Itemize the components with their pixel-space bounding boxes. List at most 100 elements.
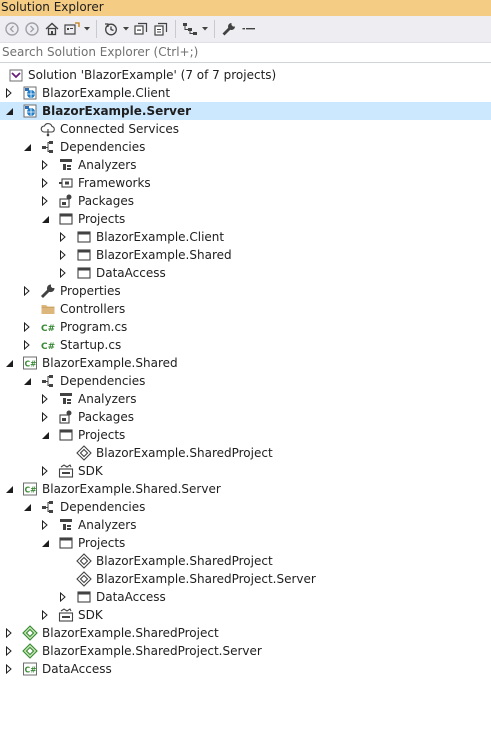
- tree-row[interactable]: BlazorExample.SharedProject.Server: [0, 642, 491, 660]
- collapse-arrow-icon[interactable]: [58, 246, 68, 264]
- search-input[interactable]: Search Solution Explorer (Ctrl+;): [0, 43, 491, 63]
- expand-arrow-icon[interactable]: [40, 426, 50, 444]
- tree-item-label: BlazorExample.SharedProject: [96, 446, 273, 460]
- tree-item-label: Solution 'BlazorExample' (7 of 7 project…: [28, 68, 277, 82]
- tree-row[interactable]: DataAccess: [0, 588, 491, 606]
- project-ref-icon: [76, 247, 92, 263]
- collapse-arrow-icon[interactable]: [4, 84, 14, 102]
- expand-arrow-icon[interactable]: [22, 138, 32, 156]
- collapse-arrow-icon[interactable]: [40, 192, 50, 210]
- chevron-down-icon[interactable]: [82, 19, 92, 39]
- tree-item-label: Analyzers: [78, 392, 137, 406]
- toolbar: [0, 16, 491, 43]
- forward-icon[interactable]: [22, 19, 42, 39]
- collapse-arrow-icon[interactable]: [58, 588, 68, 606]
- tree-row[interactable]: Analyzers: [0, 156, 491, 174]
- show-all-files-icon[interactable]: [151, 19, 171, 39]
- back-icon[interactable]: [2, 19, 22, 39]
- solution-icon: [8, 67, 24, 83]
- collapse-arrow-icon[interactable]: [4, 624, 14, 642]
- expand-arrow-icon[interactable]: [40, 534, 50, 552]
- preview-icon[interactable]: [239, 19, 259, 39]
- tree-row[interactable]: Packages: [0, 408, 491, 426]
- collapse-arrow-icon[interactable]: [40, 516, 50, 534]
- tree-item-label: Connected Services: [60, 122, 180, 136]
- tree-item-label: SDK: [78, 608, 103, 622]
- tree-row[interactable]: C# DataAccess: [0, 660, 491, 678]
- expand-arrow-icon[interactable]: [4, 354, 14, 372]
- tree-row[interactable]: BlazorExample.Client: [0, 228, 491, 246]
- project-ref-icon: [76, 589, 92, 605]
- properties-wrench-icon[interactable]: [219, 19, 239, 39]
- tree-item-label: Controllers: [60, 302, 126, 316]
- projects-icon: [58, 427, 74, 443]
- tree-row[interactable]: Dependencies: [0, 138, 491, 156]
- switch-views-icon[interactable]: [62, 19, 82, 39]
- collapse-arrow-icon[interactable]: [40, 174, 50, 192]
- packages-icon: [58, 409, 74, 425]
- tree-item-label: DataAccess: [96, 266, 166, 280]
- collapse-arrow-icon[interactable]: [4, 642, 14, 660]
- tree-row[interactable]: C# BlazorExample.Shared: [0, 354, 491, 372]
- sync-icon[interactable]: [180, 19, 200, 39]
- collapse-arrow-icon[interactable]: [58, 228, 68, 246]
- projects-icon: [58, 211, 74, 227]
- collapse-arrow-icon[interactable]: [40, 390, 50, 408]
- collapse-arrow-icon[interactable]: [22, 282, 32, 300]
- collapse-arrow-icon[interactable]: [40, 606, 50, 624]
- tree-row[interactable]: Analyzers: [0, 390, 491, 408]
- tree-row[interactable]: BlazorExample.Server: [0, 102, 491, 120]
- expand-arrow-icon[interactable]: [40, 210, 50, 228]
- tree-item-label: Packages: [78, 194, 134, 208]
- sdk-icon: [58, 463, 74, 479]
- folder-icon: [40, 301, 56, 317]
- pending-changes-icon[interactable]: [101, 19, 121, 39]
- frameworks-icon: [58, 175, 74, 191]
- tree-row[interactable]: Dependencies: [0, 498, 491, 516]
- tree-row[interactable]: BlazorExample.SharedProject: [0, 624, 491, 642]
- tree-item-label: Dependencies: [60, 500, 146, 514]
- expand-arrow-icon[interactable]: [4, 480, 14, 498]
- tree-row[interactable]: BlazorExample.SharedProject: [0, 444, 491, 462]
- tree-row[interactable]: SDK: [0, 462, 491, 480]
- tree-row[interactable]: BlazorExample.Shared: [0, 246, 491, 264]
- tree-row[interactable]: Frameworks: [0, 174, 491, 192]
- tree-row[interactable]: C# Program.cs: [0, 318, 491, 336]
- tree-row[interactable]: BlazorExample.SharedProject: [0, 552, 491, 570]
- chevron-down-icon[interactable]: [121, 19, 131, 39]
- tree-row[interactable]: Projects: [0, 210, 491, 228]
- collapse-all-icon[interactable]: [131, 19, 151, 39]
- chevron-down-icon[interactable]: [200, 19, 210, 39]
- tree-row[interactable]: BlazorExample.SharedProject.Server: [0, 570, 491, 588]
- collapse-arrow-icon[interactable]: [40, 156, 50, 174]
- tree-row[interactable]: SDK: [0, 606, 491, 624]
- tree-row[interactable]: Dependencies: [0, 372, 491, 390]
- tree-row[interactable]: C# BlazorExample.Shared.Server: [0, 480, 491, 498]
- tree-row[interactable]: DataAccess: [0, 264, 491, 282]
- collapse-arrow-icon[interactable]: [22, 318, 32, 336]
- expand-arrow-icon[interactable]: [22, 372, 32, 390]
- tree-row[interactable]: Properties: [0, 282, 491, 300]
- tree-row[interactable]: Packages: [0, 192, 491, 210]
- tree-row[interactable]: Solution 'BlazorExample' (7 of 7 project…: [0, 66, 491, 84]
- home-icon[interactable]: [42, 19, 62, 39]
- wrench-icon: [40, 283, 56, 299]
- collapse-arrow-icon[interactable]: [40, 408, 50, 426]
- tree-row[interactable]: Projects: [0, 426, 491, 444]
- analyzers-icon: [58, 157, 74, 173]
- tree-row[interactable]: C# Startup.cs: [0, 336, 491, 354]
- collapse-arrow-icon[interactable]: [40, 462, 50, 480]
- tree-row[interactable]: Connected Services: [0, 120, 491, 138]
- svg-text:C#: C#: [25, 485, 37, 494]
- tree-row[interactable]: Controllers: [0, 300, 491, 318]
- collapse-arrow-icon[interactable]: [58, 264, 68, 282]
- tree-item-label: Packages: [78, 410, 134, 424]
- tree-row[interactable]: BlazorExample.Client: [0, 84, 491, 102]
- tree-row[interactable]: Projects: [0, 534, 491, 552]
- expand-arrow-icon[interactable]: [22, 498, 32, 516]
- tree-row[interactable]: Analyzers: [0, 516, 491, 534]
- expand-arrow-icon[interactable]: [4, 102, 14, 120]
- collapse-arrow-icon[interactable]: [4, 660, 14, 678]
- collapse-arrow-icon[interactable]: [22, 336, 32, 354]
- tree-item-label: BlazorExample.SharedProject.Server: [42, 644, 262, 658]
